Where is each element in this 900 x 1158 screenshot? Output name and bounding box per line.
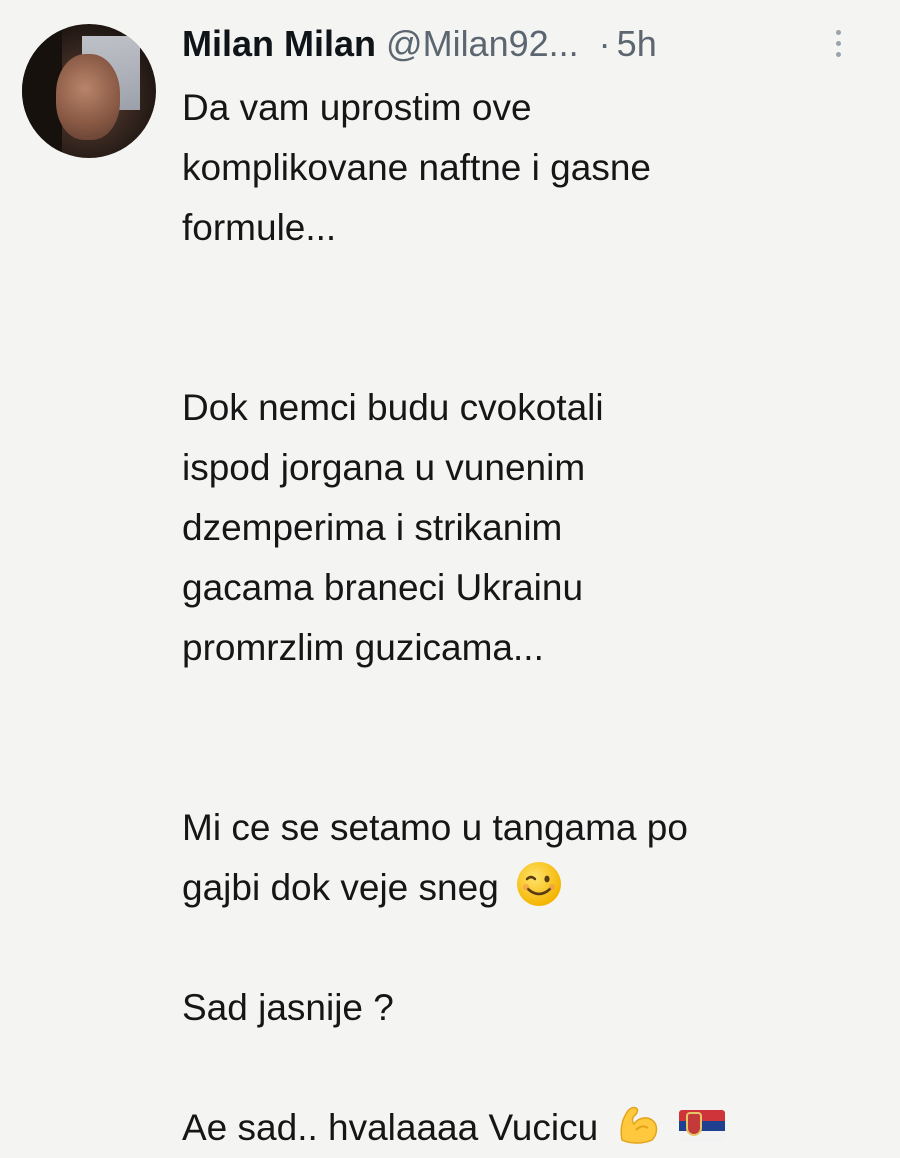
tweet-line: komplikovane naftne i gasne [182, 147, 651, 188]
tweet-text: Da vam uprostim ove komplikovane naftne … [182, 78, 882, 1158]
serbia-flag-emoji [678, 1110, 725, 1142]
timestamp[interactable]: 5h [617, 23, 657, 64]
tweet-line-with-emoji: gajbi dok veje sneg [182, 858, 882, 918]
separator-dot: · [598, 23, 611, 64]
tweet-line: Dok nemci budu cvokotali [182, 387, 604, 428]
tweet-line: Mi ce se setamo u tangama po [182, 807, 688, 848]
tweet-line: formule... [182, 207, 337, 248]
tweet-line: Sad jasnije ? [182, 987, 394, 1028]
tweet-line-text: Ae sad.. hvalaaaa Vucicu [182, 1107, 599, 1148]
more-options-icon[interactable] [836, 30, 842, 57]
author-name[interactable]: Milan Milan [182, 23, 376, 64]
tweet-line-text: gajbi dok veje sneg [182, 867, 499, 908]
tweet-line: gacama braneci Ukrainu [182, 567, 584, 608]
tweet-line: Da vam uprostim ove [182, 87, 532, 128]
winking-face-emoji [517, 862, 562, 906]
tweet-line: promrzlim guzicama... [182, 627, 544, 668]
tweet-line: ispod jorgana u vunenim [182, 447, 586, 488]
tweet-line-with-emoji: Ae sad.. hvalaaaa Vucicu [182, 1098, 882, 1158]
avatar[interactable] [22, 24, 156, 158]
author-handle[interactable]: @Milan92... [386, 23, 579, 64]
tweet-line: dzemperima i strikanim [182, 507, 563, 548]
tweet-header: Milan Milan @Milan92... · 5h [182, 20, 657, 68]
flexed-biceps-emoji [620, 1106, 658, 1144]
